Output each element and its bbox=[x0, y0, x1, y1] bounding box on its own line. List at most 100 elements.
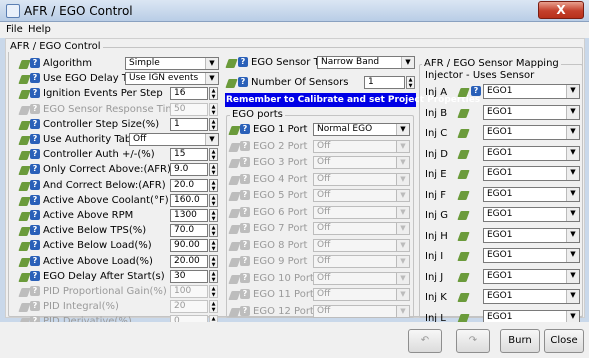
dropdown-icon[interactable]: ▼ bbox=[566, 126, 579, 139]
menu-help[interactable]: Help bbox=[28, 24, 51, 35]
ego-port-label: EGO 8 Port bbox=[253, 239, 308, 251]
help-icon[interactable]: ? bbox=[30, 58, 40, 68]
num-sensors-input[interactable]: 1 bbox=[364, 76, 405, 89]
spinner[interactable]: ▲ ▼ bbox=[209, 178, 218, 192]
undo-button[interactable]: ↶ bbox=[408, 329, 442, 353]
menu-file[interactable]: File bbox=[6, 24, 23, 35]
window-close-button[interactable]: X bbox=[538, 1, 584, 19]
spin-down-icon[interactable]: ▼ bbox=[210, 125, 217, 131]
num-sensors-spinner[interactable]: ▲ ▼ bbox=[406, 76, 415, 89]
afr-ego-group-title: AFR / EGO Control bbox=[8, 41, 103, 52]
setting-label-ego-delay-after-start-s: EGO Delay After Start(s) bbox=[43, 270, 165, 282]
dropdown-icon[interactable]: ▼ bbox=[566, 249, 579, 262]
help-icon[interactable]: ? bbox=[30, 88, 40, 99]
injector-label: Inj K bbox=[425, 292, 447, 303]
ego-port-label: EGO 2 Port bbox=[253, 140, 308, 152]
help-icon[interactable]: ? bbox=[238, 57, 248, 67]
dropdown-icon[interactable]: ▼ bbox=[566, 146, 579, 160]
spinner[interactable]: ▲ ▼ bbox=[209, 87, 218, 101]
spinner[interactable]: ▲ ▼ bbox=[209, 254, 218, 268]
num-sensors-label: Number Of Sensors bbox=[251, 77, 349, 88]
ego-ports-title: EGO ports bbox=[230, 109, 285, 120]
spin-down-icon[interactable]: ▼ bbox=[210, 170, 217, 176]
help-icon[interactable]: ? bbox=[30, 255, 40, 266]
dropdown-icon[interactable]: ▼ bbox=[205, 134, 218, 145]
help-icon[interactable]: ? bbox=[30, 164, 40, 175]
help-icon[interactable]: ? bbox=[30, 194, 40, 205]
setting-input-ignition-events-per-step[interactable]: 16 bbox=[170, 87, 208, 101]
redo-button[interactable]: ↷ bbox=[456, 329, 490, 353]
spinner[interactable]: ▲ ▼ bbox=[209, 193, 218, 207]
help-icon[interactable]: ? bbox=[240, 124, 250, 134]
setting-input-ego-delay-after-start-s[interactable]: 30 bbox=[170, 269, 208, 283]
spin-down-icon[interactable]: ▼ bbox=[210, 201, 217, 207]
setting-label-and-correct-below-afr: And Correct Below:(AFR) bbox=[43, 179, 166, 191]
dropdown-icon[interactable]: ▼ bbox=[566, 187, 579, 201]
setting-input-active-below-load[interactable]: 90.00 bbox=[170, 239, 208, 253]
dropdown-icon[interactable]: ▼ bbox=[566, 228, 579, 242]
spin-down-icon[interactable]: ▼ bbox=[210, 246, 217, 252]
dropdown-icon[interactable]: ▼ bbox=[566, 105, 579, 119]
dropdown-icon[interactable]: ▼ bbox=[401, 57, 414, 68]
setting-input-active-above-coolant-f[interactable]: 160.0 bbox=[170, 193, 208, 207]
help-icon: ? bbox=[240, 157, 250, 167]
injector-label: Inj H bbox=[425, 230, 448, 242]
setting-input-active-above-load[interactable]: 20.00 bbox=[170, 254, 208, 268]
undo-icon: ↶ bbox=[420, 335, 430, 346]
help-icon[interactable]: ? bbox=[30, 118, 40, 129]
help-icon[interactable]: ? bbox=[30, 149, 40, 160]
setting-input-only-correct-above-afr[interactable]: 9.0 bbox=[170, 163, 208, 177]
setting-input-active-above-rpm[interactable]: 1300 bbox=[170, 209, 208, 222]
spinner[interactable]: ▲ ▼ bbox=[209, 209, 218, 222]
setting-input-controller-auth[interactable]: 15 bbox=[170, 148, 208, 162]
setting-label-only-correct-above-afr: Only Correct Above:(AFR) bbox=[43, 164, 171, 176]
spin-down-icon[interactable]: ▼ bbox=[210, 216, 217, 222]
spinner[interactable]: ▲ ▼ bbox=[209, 239, 218, 253]
help-icon[interactable]: ? bbox=[30, 73, 40, 84]
injector-label: Inj F bbox=[425, 189, 446, 201]
ego-port-label: EGO 10 Port bbox=[253, 272, 314, 284]
spin-down-icon[interactable]: ▼ bbox=[210, 231, 217, 237]
dropdown-icon[interactable]: ▼ bbox=[205, 58, 218, 69]
dropdown-icon: ▼ bbox=[396, 173, 409, 185]
dropdown-icon[interactable]: ▼ bbox=[205, 73, 218, 85]
spinner[interactable]: ▲ ▼ bbox=[209, 269, 218, 283]
dropdown-icon[interactable]: ▼ bbox=[566, 85, 579, 98]
spin-down-icon[interactable]: ▼ bbox=[210, 262, 217, 268]
spinner[interactable]: ▲ ▼ bbox=[209, 148, 218, 162]
dropdown-icon[interactable]: ▼ bbox=[566, 167, 579, 180]
spin-down-icon[interactable]: ▼ bbox=[210, 186, 217, 192]
help-icon[interactable]: ? bbox=[30, 210, 40, 220]
close-button[interactable]: Close bbox=[544, 329, 584, 353]
setting-input-and-correct-below-afr[interactable]: 20.0 bbox=[170, 178, 208, 192]
help-icon[interactable]: ? bbox=[238, 77, 248, 87]
spin-down-icon[interactable]: ▼ bbox=[210, 277, 217, 283]
help-icon[interactable]: ? bbox=[471, 86, 481, 96]
spin-down-icon[interactable]: ▼ bbox=[210, 94, 217, 100]
setting-label-pid-integral: PID Integral(%) bbox=[43, 301, 119, 313]
spinner[interactable]: ▲ ▼ bbox=[209, 117, 218, 131]
spin-down-icon[interactable]: ▼ bbox=[210, 155, 217, 161]
spinner[interactable]: ▲ ▼ bbox=[209, 163, 218, 177]
help-icon[interactable]: ? bbox=[30, 134, 40, 144]
help-icon[interactable]: ? bbox=[30, 240, 40, 251]
spinner[interactable]: ▲ ▼ bbox=[209, 224, 218, 238]
setting-label-active-above-coolant-f: Active Above Coolant(°F) bbox=[43, 194, 169, 206]
help-icon: ? bbox=[240, 289, 250, 299]
setting-input-pid-integral: 20 bbox=[170, 300, 208, 314]
help-icon[interactable]: ? bbox=[30, 179, 40, 190]
help-icon: ? bbox=[240, 190, 250, 200]
setting-input-active-below-tps[interactable]: 70.0 bbox=[170, 224, 208, 238]
help-icon[interactable]: ? bbox=[30, 225, 40, 236]
dropdown-icon[interactable]: ▼ bbox=[566, 208, 579, 221]
ego-port-label: EGO 1 Port bbox=[253, 124, 308, 135]
dropdown-icon[interactable]: ▼ bbox=[566, 269, 579, 283]
spin-down-icon[interactable]: ▼ bbox=[407, 83, 414, 89]
setting-input-controller-step-size[interactable]: 1 bbox=[170, 117, 208, 131]
dropdown-icon[interactable]: ▼ bbox=[396, 124, 409, 135]
burn-button[interactable]: Burn bbox=[500, 329, 540, 353]
dropdown-icon[interactable]: ▼ bbox=[566, 290, 579, 303]
help-icon[interactable]: ? bbox=[30, 270, 40, 281]
injector-label: Inj C bbox=[425, 128, 448, 139]
setting-label-controller-step-size: Controller Step Size(%) bbox=[43, 118, 160, 130]
